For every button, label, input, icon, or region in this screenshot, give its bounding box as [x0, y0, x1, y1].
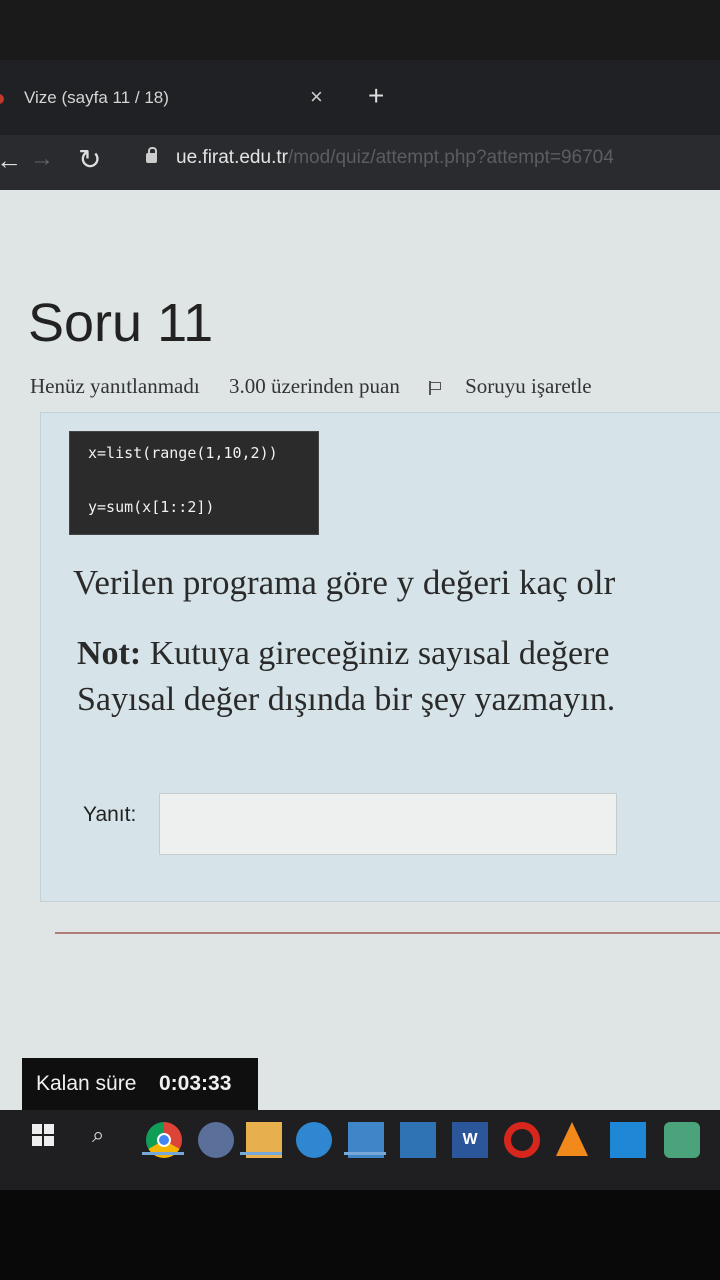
screen-bezel-top — [0, 0, 720, 60]
url-path: /mod/quiz/attempt.php?attempt=96704 — [287, 147, 614, 168]
code-line: x=list(range(1,10,2)) — [88, 444, 278, 462]
code-block: x=list(range(1,10,2)) y=sum(x[1::2]) — [69, 431, 319, 535]
note-prefix: Not: — [77, 635, 142, 672]
note-line2: Sayısal değer dışında bir şey yazmayın. — [77, 681, 616, 718]
time-remaining-badge: Kalan süre 0:03:33 — [22, 1058, 258, 1114]
active-app-indicator — [240, 1152, 282, 1155]
question-points: 3.00 üzerinden puan — [228, 374, 400, 398]
windows-taskbar: ⌕ W — [0, 1110, 720, 1190]
flag-icon — [429, 381, 442, 395]
windows-start-icon[interactable] — [32, 1124, 56, 1148]
app-icon[interactable] — [664, 1122, 700, 1158]
photos-icon[interactable] — [400, 1122, 436, 1158]
question-text: Verilen programa göre y değeri kaç olr — [73, 563, 616, 602]
code-line: y=sum(x[1::2]) — [88, 498, 215, 516]
note-line1: Kutuya gireceğiniz sayısal değere — [149, 635, 610, 672]
new-tab-icon[interactable]: + — [368, 80, 384, 112]
search-icon[interactable]: ⌕ — [92, 1122, 128, 1158]
quiz-page: Soru 11 Henüz yanıtlanmadı 3.00 üzerinde… — [0, 190, 720, 1140]
question-note: Not: Kutuya gireceğiniz sayısal değere S… — [77, 631, 615, 723]
address-toolbar: ← → ↻ ue.firat.edu.tr/mod/quiz/attempt.p… — [0, 135, 720, 190]
opera-icon[interactable] — [504, 1122, 540, 1158]
divider — [55, 932, 720, 934]
vlc-icon[interactable] — [556, 1122, 588, 1156]
screen-bezel-bottom — [0, 1190, 720, 1280]
lock-icon[interactable] — [146, 147, 157, 163]
question-status: Henüz yanıtlanmadı — [30, 374, 200, 398]
timer-value: 0:03:33 — [159, 1072, 232, 1095]
question-box: x=list(range(1,10,2)) y=sum(x[1::2]) Ver… — [40, 412, 720, 902]
address-bar[interactable]: ue.firat.edu.tr/mod/quiz/attempt.php?att… — [176, 147, 614, 169]
browser-tab-strip: Vize (sayfa 11 / 18) × + — [0, 60, 720, 135]
answer-label: Yanıt: — [83, 803, 137, 826]
answer-input[interactable] — [159, 793, 617, 855]
question-info: Henüz yanıtlanmadı 3.00 üzerinden puan S… — [30, 374, 640, 399]
forward-icon[interactable]: → — [30, 145, 54, 173]
close-icon[interactable]: × — [310, 84, 323, 110]
url-host: ue.firat.edu.tr — [176, 147, 288, 168]
favicon-icon — [0, 94, 4, 104]
back-icon[interactable]: ← — [0, 145, 22, 176]
word-icon[interactable]: W — [452, 1122, 488, 1158]
reload-icon[interactable]: ↻ — [78, 143, 101, 176]
browser-tab[interactable]: Vize (sayfa 11 / 18) × — [0, 78, 350, 128]
flag-question-link[interactable]: Soruyu işaretle — [429, 374, 616, 398]
active-app-indicator — [344, 1152, 386, 1155]
app-icon[interactable] — [198, 1122, 234, 1158]
edge-icon[interactable] — [296, 1122, 332, 1158]
timer-label: Kalan süre — [36, 1072, 137, 1095]
tab-title: Vize (sayfa 11 / 18) — [24, 88, 169, 107]
active-app-indicator — [142, 1152, 184, 1155]
question-title: Soru 11 — [28, 293, 214, 353]
flag-label: Soruyu işaretle — [465, 374, 592, 398]
vscode-icon[interactable] — [610, 1122, 646, 1158]
